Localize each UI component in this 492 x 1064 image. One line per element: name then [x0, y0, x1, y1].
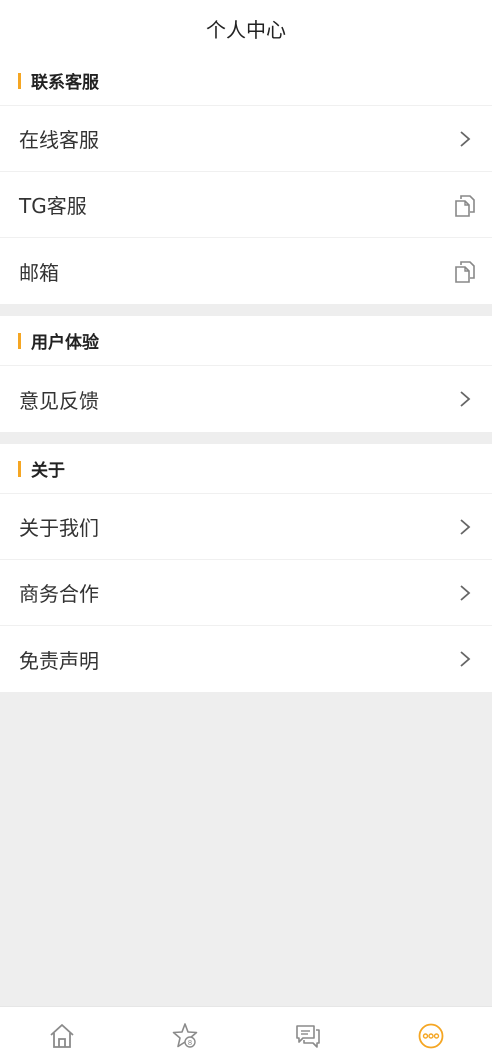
row-disclaimer[interactable]: 免责声明	[0, 626, 492, 692]
copy-icon[interactable]	[454, 194, 476, 217]
accent-bar	[18, 72, 21, 89]
row-label: 免责声明	[19, 648, 99, 673]
section-about: 关于 关于我们 商务合作 免责声明	[0, 444, 492, 692]
header: 个人中心	[0, 0, 492, 56]
page-title: 个人中心	[206, 17, 286, 42]
row-label: 在线客服	[19, 128, 99, 152]
copy-icon[interactable]	[454, 260, 476, 283]
section-user-experience: 用户体验 意见反馈	[0, 316, 492, 432]
accent-bar	[18, 332, 21, 349]
chevron-right-icon	[454, 388, 476, 410]
section-title: 联系客服	[31, 73, 99, 93]
tab-messages[interactable]	[278, 1007, 338, 1064]
chevron-right-icon	[454, 516, 476, 538]
tab-bar: 8	[0, 1006, 492, 1064]
chevron-right-icon	[454, 582, 476, 604]
chevron-right-icon	[454, 128, 476, 150]
svg-text:8: 8	[187, 1039, 191, 1047]
section-header: 关于	[0, 444, 492, 494]
section-title: 用户体验	[31, 333, 99, 353]
chevron-right-icon	[454, 648, 476, 670]
row-label: TG客服	[19, 194, 87, 218]
row-feedback[interactable]: 意见反馈	[0, 366, 492, 432]
section-title: 关于	[31, 461, 65, 481]
chat-icon	[295, 1024, 320, 1048]
row-about-us[interactable]: 关于我们	[0, 494, 492, 560]
more-icon	[418, 1023, 443, 1048]
home-icon	[49, 1023, 74, 1048]
tab-favorites[interactable]: 8	[155, 1007, 215, 1064]
row-label: 关于我们	[19, 516, 99, 540]
section-divider	[0, 304, 492, 316]
row-email[interactable]: 邮箱	[0, 238, 492, 304]
tab-more[interactable]	[401, 1007, 461, 1064]
accent-bar	[18, 460, 21, 477]
section-divider	[0, 432, 492, 444]
section-header: 联系客服	[0, 56, 492, 106]
row-label: 邮箱	[19, 260, 59, 285]
row-online-service[interactable]: 在线客服	[0, 106, 492, 172]
row-business[interactable]: 商务合作	[0, 560, 492, 626]
section-header: 用户体验	[0, 316, 492, 366]
row-label: 商务合作	[19, 582, 99, 606]
row-tg-service[interactable]: TG客服	[0, 172, 492, 238]
star-badge-icon: 8	[172, 1022, 197, 1048]
row-label: 意见反馈	[19, 388, 99, 413]
section-contact: 联系客服 在线客服 TG客服 邮箱	[0, 56, 492, 304]
profile-page: 个人中心 联系客服 在线客服 TG客服 邮箱 用户体验 意见反馈 关于 关于我们…	[0, 0, 492, 1064]
tab-home[interactable]	[32, 1007, 92, 1064]
